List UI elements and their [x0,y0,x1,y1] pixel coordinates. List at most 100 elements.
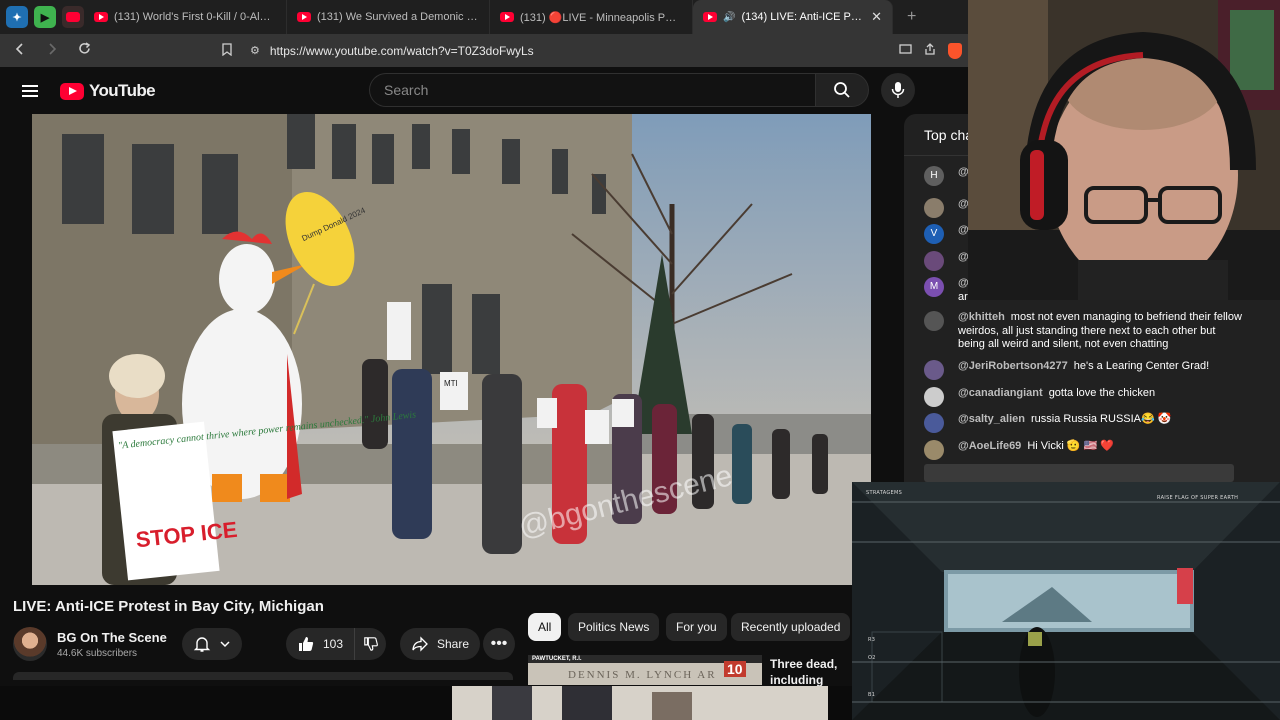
speaker-icon[interactable]: 🔊 [723,12,735,23]
more-actions-button[interactable]: ••• [483,628,515,660]
chat-message: @AoeLife69 Hi Vicki 🫡 🇺🇸 ❤️ [924,440,1244,460]
chip-recently-uploaded[interactable]: Recently uploaded [731,613,851,641]
video-player[interactable]: Dump Donald 2024 "A democracy cannot thr… [32,114,871,585]
chat-author[interactable]: @salty_alien [958,413,1025,425]
webcam-frame [968,0,1280,300]
bookmark-icon[interactable] [222,42,232,59]
chat-text: Hi Vicki 🫡 🇺🇸 ❤️ [1027,440,1115,452]
chat-avatar[interactable]: M [924,277,944,297]
chat-message: @khitteh most not even managing to befrie… [924,311,1244,352]
screen: ✦ ▶ (131) World's First 0-Kill / 0-Alert… [0,0,1280,720]
description-box[interactable] [13,672,513,680]
subscribed-bell-button[interactable] [182,628,242,660]
share-label: Share [436,637,470,651]
chat-author[interactable]: @JeriRobertson4277 [958,360,1068,372]
game-overlay: STRATAGEMS RAISE FLAG OF SUPER EARTH R3 … [852,482,1280,720]
browser-tab-active[interactable]: 🔊 (134) LIVE: Anti-ICE Protest in ✕ [693,0,893,34]
like-button[interactable]: 103 [286,628,354,660]
chip-all[interactable]: All [528,613,562,641]
search-input[interactable] [384,82,815,98]
thumbnail-location: PAWTUCKET, R.I. [532,656,582,662]
search-button[interactable] [815,73,869,107]
hud-slot: O2 [868,655,876,661]
bottom-strip [0,686,852,720]
subscriber-count: 44.6K subscribers [57,647,138,659]
chat-avatar[interactable] [924,360,944,380]
bell-icon [193,637,211,652]
chat-text: he's a Learing Center Grad! [1073,360,1210,372]
search-box[interactable] [369,73,815,107]
chat-avatar[interactable] [924,440,944,460]
chat-message: @salty_alien russia Russia RUSSIA😂 🤡 [924,413,1244,433]
browser-tab[interactable]: (131) We Survived a Demonic Polterg [287,0,490,34]
url-text: https://www.youtube.com/watch?v=T0Z3doFw… [269,43,534,58]
chat-message: @JeriRobertson4277 he's a Learing Center … [924,360,1244,380]
browser-tab[interactable]: (131) World's First 0-Kill / 0-Alert Ste [84,0,287,34]
tab-title: (131) We Survived a Demonic Polterg [317,11,479,23]
chat-avatar[interactable] [924,387,944,407]
chat-banner[interactable] [924,464,1234,482]
browser-tab-bar: ✦ ▶ (131) World's First 0-Kill / 0-Alert… [0,0,968,34]
chat-author[interactable]: @canadiangiant [958,387,1043,399]
youtube-favicon-icon [94,12,108,22]
workspace-icon[interactable]: ✦ [6,6,28,28]
chat-avatar[interactable] [924,311,944,331]
game-scene [852,482,1280,720]
address-bar-row: ⚙ https://www.youtube.com/watch?v=T0Z3do… [0,34,968,67]
hud-stratagems: STRATAGEMS [866,490,903,496]
thumbnail-sign: DENNIS M. LYNCH AR [568,669,717,681]
share-arrow-icon [412,636,428,652]
thumbs-up-icon [298,637,314,651]
youtube-pinned-icon[interactable] [62,6,84,28]
youtube-header: YouTube [0,67,968,115]
channel-avatar[interactable] [13,627,47,661]
chat-author[interactable]: @khitteh [958,311,1005,323]
chat-text: gotta love the chicken [1048,387,1156,399]
chat-avatar[interactable] [924,198,944,218]
url-field[interactable]: ⚙ https://www.youtube.com/watch?v=T0Z3do… [108,38,828,64]
dislike-button[interactable] [354,628,386,660]
youtube-logo[interactable]: YouTube [60,81,156,101]
close-tab-icon[interactable]: ✕ [871,9,882,25]
tab-title: (131) 🔴LIVE - Minneapolis Portland [520,11,682,24]
back-arrow-icon[interactable] [8,42,32,59]
share-button[interactable]: Share [400,628,480,660]
hud-slot: B1 [868,692,876,698]
webcam-overlay [968,0,1280,300]
browser-tab[interactable]: (131) 🔴LIVE - Minneapolis Portland [490,0,693,34]
tab-title: (131) World's First 0-Kill / 0-Alert Ste [114,11,276,23]
youtube-favicon-icon [703,12,717,22]
menu-icon[interactable] [22,85,38,97]
chat-avatar[interactable] [924,413,944,433]
chat-author[interactable]: @AoeLife69 [958,440,1021,452]
more-dots-icon: ••• [490,635,508,652]
chip-for-you[interactable]: For you [666,613,727,641]
hud-objective: RAISE FLAG OF SUPER EARTH [1157,495,1239,501]
youtube-favicon-icon [500,12,514,22]
share-page-icon[interactable] [924,42,936,59]
forward-arrow-icon[interactable] [40,42,64,59]
media-play-icon[interactable]: ▶ [34,6,56,28]
chat-avatar[interactable]: V [924,224,944,244]
new-tab-button[interactable]: + [907,8,916,26]
voice-search-button[interactable] [881,73,915,107]
youtube-favicon-icon [297,12,311,22]
channel-name[interactable]: BG On The Scene [57,630,167,645]
reload-icon[interactable] [72,42,96,59]
recommendation-title[interactable]: Three dead, including shoot [770,656,854,686]
video-frame: Dump Donald 2024 "A democracy cannot thr… [32,114,871,585]
chip-politics-news[interactable]: Politics News [568,613,660,641]
brave-shield-icon[interactable] [948,42,962,59]
youtube-logo-icon [60,82,84,100]
address-bar-actions [899,42,962,59]
video-title: LIVE: Anti-ICE Protest in Bay City, Mich… [13,598,324,615]
tab-title: (134) LIVE: Anti-ICE Protest in [741,11,865,23]
recommendation-thumbnail[interactable]: PAWTUCKET, R.I. DENNIS M. LYNCH AR 10 [528,655,762,685]
chat-avatar[interactable]: H [924,166,944,186]
site-settings-icon[interactable]: ⚙ [250,44,260,57]
cast-icon[interactable] [899,43,912,59]
chevron-down-icon [220,641,230,648]
chat-message: @canadiangiant gotta love the chicken [924,387,1244,407]
like-count: 103 [322,637,344,651]
chat-avatar[interactable] [924,251,944,271]
